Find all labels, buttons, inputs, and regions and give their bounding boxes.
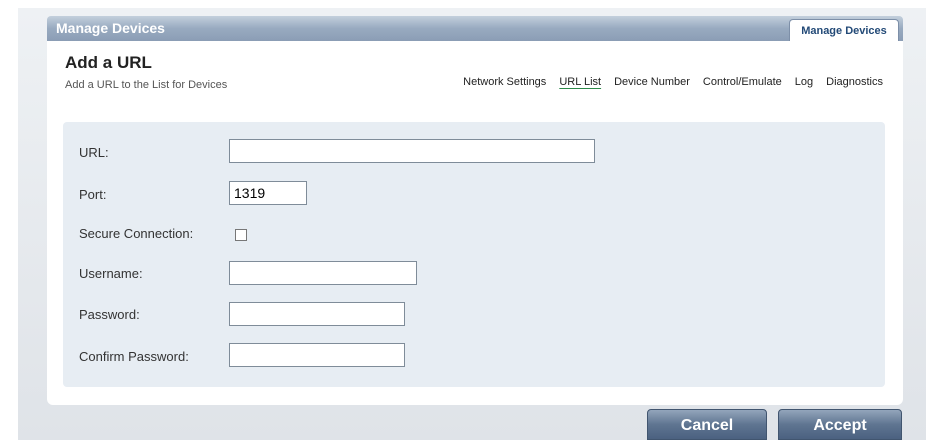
page-subtitle: Add a URL to the List for Devices <box>65 79 228 91</box>
tab-manage-devices[interactable]: Manage Devices <box>789 19 899 41</box>
confirm-password-input[interactable] <box>229 343 405 367</box>
page-title: Add a URL <box>65 53 152 72</box>
accept-button[interactable]: Accept <box>778 409 902 440</box>
port-input[interactable] <box>229 181 307 205</box>
panel-body: Add a URL Add a URL to the List for Devi… <box>47 41 903 405</box>
nav-url-list[interactable]: URL List <box>559 76 601 88</box>
nav-log[interactable]: Log <box>795 76 813 88</box>
confirm-password-label: Confirm Password: <box>79 349 189 364</box>
manage-devices-panel: Manage Devices Manage Devices Add a URL … <box>47 16 903 440</box>
username-label: Username: <box>79 266 143 281</box>
username-input[interactable] <box>229 261 417 285</box>
password-label: Password: <box>79 307 140 322</box>
secure-connection-label: Secure Connection: <box>79 226 194 241</box>
url-input[interactable] <box>229 139 595 163</box>
nav-diagnostics[interactable]: Diagnostics <box>826 76 883 88</box>
nav-network-settings[interactable]: Network Settings <box>463 76 546 88</box>
nav-device-number[interactable]: Device Number <box>614 76 690 88</box>
cancel-button[interactable]: Cancel <box>647 409 767 440</box>
secure-connection-checkbox[interactable] <box>235 229 247 241</box>
password-input[interactable] <box>229 302 405 326</box>
url-label: URL: <box>79 145 109 160</box>
nav-control-emulate[interactable]: Control/Emulate <box>703 76 782 88</box>
url-form: URL: Port: Secure Connection: Username: … <box>63 122 885 387</box>
section-nav: Network Settings URL List Device Number … <box>463 76 883 88</box>
port-label: Port: <box>79 187 107 202</box>
panel-title: Manage Devices <box>56 20 165 36</box>
panel-titlebar: Manage Devices Manage Devices <box>47 16 903 41</box>
